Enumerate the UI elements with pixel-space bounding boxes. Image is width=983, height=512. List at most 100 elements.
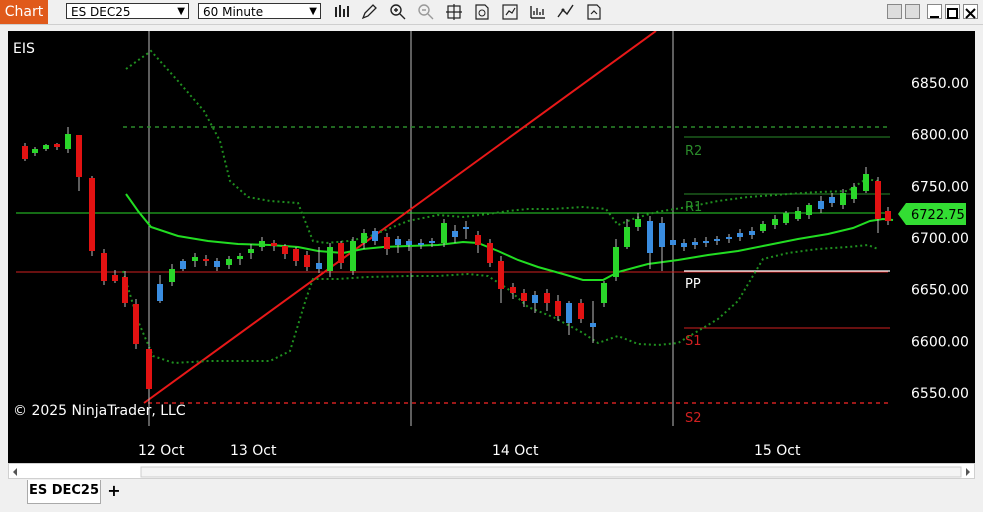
maximize-icon [947,8,958,19]
close-button[interactable] [963,4,978,19]
tab-es-dec25[interactable]: ES DEC25 [27,480,101,504]
chart-panel[interactable]: R2 R1 PP S1 S2 6850.00 6800.00 6750.00 6700… [8,30,975,463]
scroll-thumb [140,466,962,478]
interval-value: 60 Minute [203,5,264,19]
candle-body [498,261,504,289]
candle-body [259,241,265,247]
candle-body [327,247,333,271]
minimize-button[interactable] [927,4,942,19]
candle-body [32,149,38,153]
draw-pencil-icon[interactable] [360,3,380,21]
date-label: 13 Oct [230,443,277,459]
candle-body [555,301,561,316]
candle-body [304,255,310,267]
candle-body [180,261,186,269]
zoom-out-icon[interactable] [416,3,436,21]
candle-body [429,241,435,243]
candle-body [43,145,49,149]
candle-body [818,201,824,209]
chevron-down-icon: ▼ [309,6,317,17]
candle-body [282,246,288,254]
candle-body [521,293,527,301]
strategies-icon[interactable] [500,3,520,21]
candle-body [532,295,538,303]
templates-icon[interactable] [556,3,576,21]
interval-selector[interactable]: 60 Minute ▼ [198,3,321,19]
candle-body [647,221,653,253]
window-option-button[interactable] [905,4,920,19]
candle-body [566,303,572,323]
candle-body [726,237,732,239]
candle-body [384,237,390,249]
candle-body [192,257,198,261]
date-label: 15 Oct [754,443,801,459]
candle-body [237,256,243,259]
candle-body [157,284,163,301]
candle-body [271,243,277,246]
scroll-left-icon [13,468,17,476]
close-icon [965,8,976,19]
candle-body [203,259,209,261]
price-chart[interactable]: R2 R1 PP S1 S2 6850.006800.006750.006700… [8,30,975,463]
toolbar: Chart ES DEC25 ▼ 60 Minute ▼ [0,0,983,25]
candle-body [395,239,401,245]
candle-body [22,146,28,159]
candle-body [361,233,367,243]
candle-body [338,243,344,263]
horizontal-scrollbar[interactable] [8,463,975,479]
candle-body [133,304,139,344]
candle-body [372,231,378,241]
scrollbar-track [13,466,970,478]
price-tick-label: 6700.00 [911,231,969,247]
scroll-right-icon [966,468,970,476]
candle-body [601,283,607,303]
zoom-in-icon[interactable] [388,3,408,21]
properties-icon[interactable] [584,3,604,21]
candle-body [65,134,71,149]
crosshair-icon[interactable] [444,3,464,21]
candle-body [76,135,82,177]
pivot-s2-label: S2 [685,411,702,426]
tab-bar: ES DEC25 + [0,480,983,512]
candle-body [714,239,720,241]
add-tab-button[interactable]: + [104,482,124,500]
date-label: 12 Oct [138,443,185,459]
candle-body [226,259,232,265]
pivot-pp-label: PP [685,277,701,292]
candle-body [692,242,698,245]
candle-body [635,219,641,227]
candle-body [578,303,584,319]
price-tick-label: 6600.00 [911,334,969,350]
current-price-tag: 6722.75 [898,203,966,225]
candle-body [783,213,789,223]
instrument-selector[interactable]: ES DEC25 ▼ [66,3,189,19]
maximize-button[interactable] [945,4,960,19]
candle-body [749,231,755,235]
candle-body [795,211,801,219]
candle-body [840,193,846,205]
copyright-text: © 2025 NinjaTrader, LLC [13,403,186,419]
candle-body [851,187,857,199]
window-option-button[interactable] [887,4,902,19]
candle-body [624,227,630,247]
candle-body [112,275,118,281]
candle-body [54,144,60,147]
candle-body [452,231,458,237]
data-box-icon[interactable] [472,3,492,21]
candle-body [737,233,743,237]
instrument-value: ES DEC25 [71,5,131,19]
candle-body [146,349,152,389]
candle-body [214,261,220,267]
candle-body [875,181,881,219]
candle-body [590,323,596,327]
candle-body [89,178,95,251]
candle-body [248,249,254,253]
candle-body [885,211,891,221]
bar-type-icon[interactable] [332,3,352,21]
current-price-value: 6722.75 [911,208,965,223]
candle-body [293,249,299,261]
indicators-icon[interactable] [528,3,548,21]
price-tick-label: 6800.00 [911,128,969,144]
candle-body [659,223,665,247]
candle-body [806,205,812,215]
